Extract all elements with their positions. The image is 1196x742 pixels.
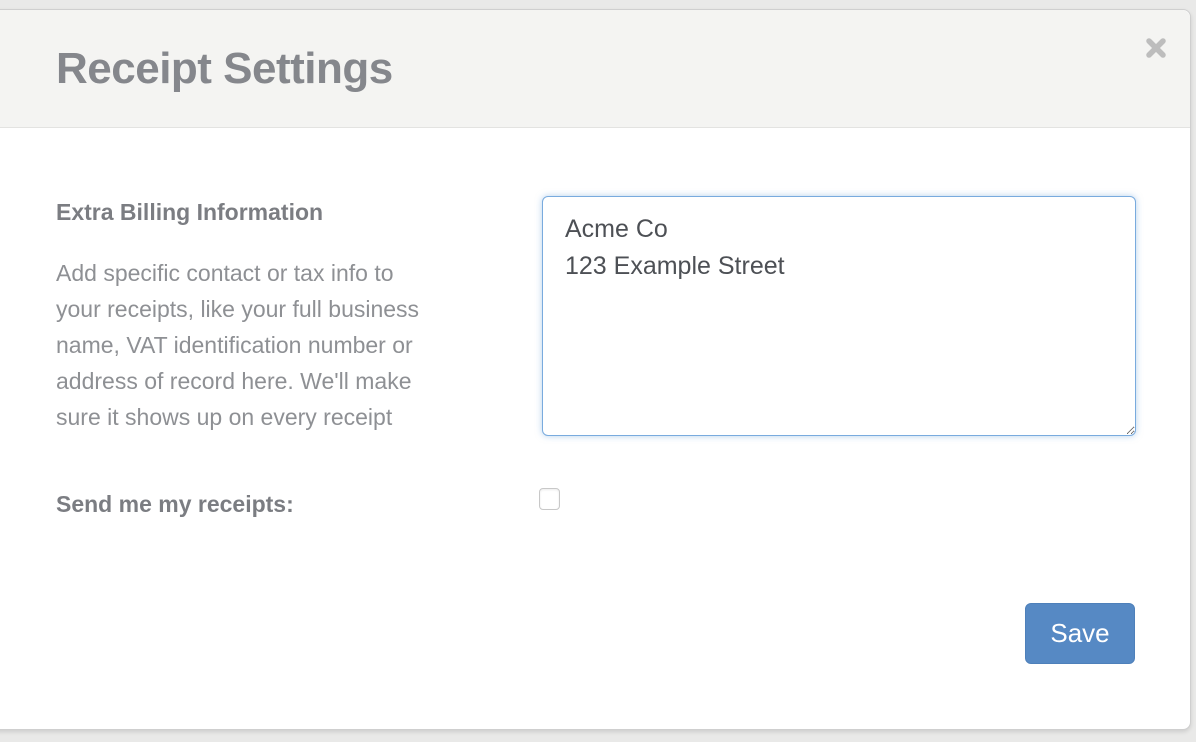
billing-info-textarea[interactable]: Acme Co 123 Example Street	[542, 196, 1136, 436]
modal-body: Extra Billing Information Add specific c…	[0, 128, 1190, 729]
modal-header: Receipt Settings	[0, 10, 1190, 128]
receipt-settings-modal: Receipt Settings Extra Billing Informati…	[0, 9, 1191, 730]
billing-description-line: Add specific contact or tax info to	[56, 255, 496, 291]
billing-info-label: Extra Billing Information	[56, 199, 323, 226]
close-icon	[1145, 37, 1167, 62]
billing-description-line: name, VAT identification number or	[56, 327, 496, 363]
billing-description-line: your receipts, like your full business	[56, 291, 496, 327]
save-button[interactable]: Save	[1025, 603, 1135, 664]
send-receipts-label: Send me my receipts:	[56, 491, 294, 518]
billing-description: Add specific contact or tax info to your…	[56, 255, 496, 435]
modal-title: Receipt Settings	[56, 44, 393, 94]
billing-description-line: address of record here. We'll make	[56, 363, 496, 399]
billing-description-line: sure it shows up on every receipt	[56, 399, 496, 435]
close-button[interactable]	[1136, 29, 1176, 69]
send-receipts-checkbox[interactable]	[539, 488, 560, 510]
